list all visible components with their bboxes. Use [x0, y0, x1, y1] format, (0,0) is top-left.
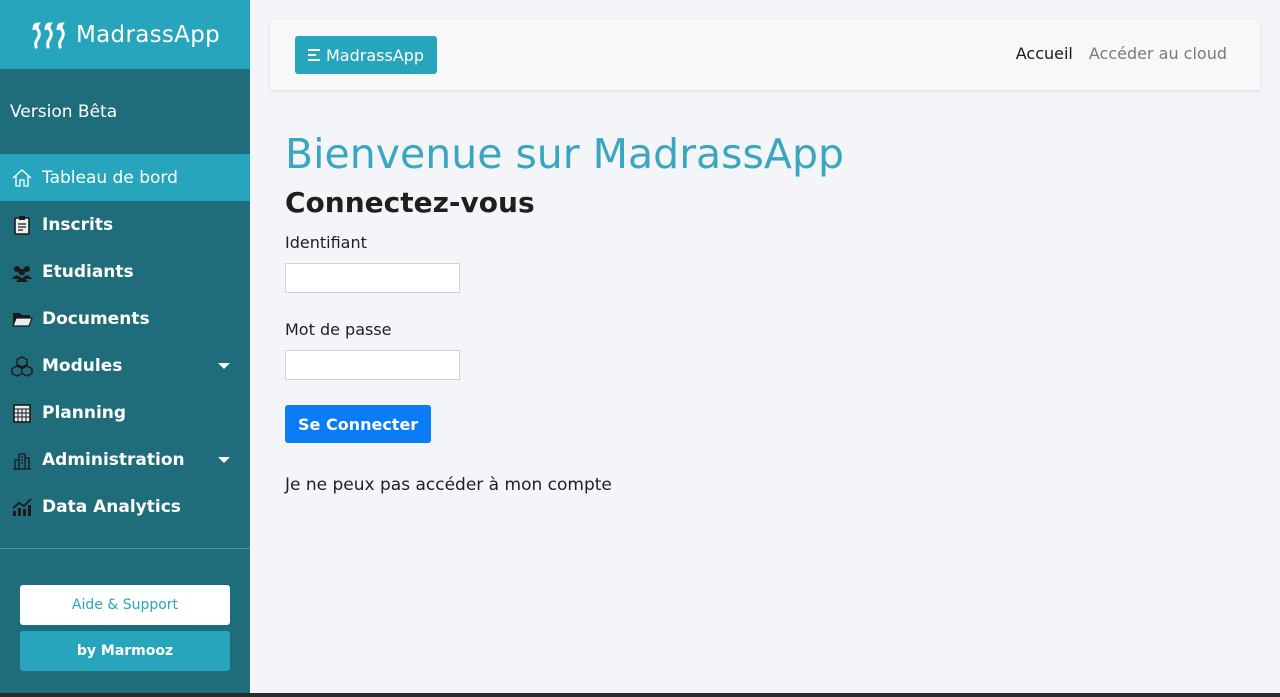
username-input[interactable]	[285, 263, 460, 293]
users-icon	[10, 260, 34, 284]
sidebar-item-planning[interactable]: Planning	[0, 389, 250, 436]
sidebar-item-label: Modules	[42, 355, 123, 376]
sidebar-item-label: Planning	[42, 402, 127, 423]
sidebar-item-label: Tableau de bord	[42, 167, 178, 188]
top-nav: Accueil Accéder au cloud	[1016, 44, 1227, 63]
calendar-icon	[10, 401, 34, 425]
clipboard-icon	[10, 213, 34, 237]
chevron-down-icon	[218, 456, 230, 463]
nav-link-cloud[interactable]: Accéder au cloud	[1089, 44, 1227, 63]
login-section: Bienvenue sur MadrassApp Connectez-vous …	[285, 128, 1185, 495]
sidebar-divider	[0, 548, 250, 549]
help-support-button[interactable]: Aide & Support	[20, 585, 230, 625]
page-title: Bienvenue sur MadrassApp	[285, 130, 845, 178]
by-marmooz-button[interactable]: by Marmooz	[20, 631, 230, 671]
topbar: MadrassApp Accueil Accéder au cloud	[270, 20, 1260, 90]
sidebar-item-documents[interactable]: Documents	[0, 295, 250, 342]
sidebar-item-label: Data Analytics	[42, 496, 181, 517]
sidebar-toggle-label: MadrassApp	[326, 45, 425, 65]
sidebar-item-data-analytics[interactable]: Data Analytics	[0, 483, 250, 530]
sidebar-item-label: Etudiants	[42, 261, 134, 282]
username-label: Identifiant	[285, 233, 367, 252]
version-label: Version Bêta	[10, 101, 118, 122]
sidebar-item-etudiants[interactable]: Etudiants	[0, 248, 250, 295]
login-heading: Connectez-vous	[285, 186, 535, 219]
folder-icon	[10, 307, 34, 331]
sidebar-item-label: Documents	[42, 308, 150, 329]
password-input[interactable]	[285, 350, 460, 380]
sidebar-item-label: Administration	[42, 449, 185, 470]
brand[interactable]: MadrassApp	[0, 0, 250, 69]
chevron-down-icon	[218, 362, 230, 369]
nav-link-accueil[interactable]: Accueil	[1016, 44, 1073, 63]
madrassapp-logo-icon	[32, 21, 65, 49]
forgot-account-link[interactable]: Je ne peux pas accéder à mon compte	[285, 475, 1185, 495]
sidebar-item-modules[interactable]: Modules	[0, 342, 250, 389]
sidebar-nav: Tableau de bord Inscrits Etudiants Docum…	[0, 154, 250, 530]
cubes-icon	[10, 354, 34, 378]
sidebar-toggle-button[interactable]: MadrassApp	[295, 36, 438, 74]
home-icon	[10, 166, 34, 190]
sidebar: MadrassApp Version Bêta Tableau de bord …	[0, 0, 250, 693]
login-button[interactable]: Se Connecter	[285, 405, 432, 443]
building-icon	[10, 448, 34, 472]
sidebar-item-administration[interactable]: Administration	[0, 436, 250, 483]
sidebar-item-inscrits[interactable]: Inscrits	[0, 201, 250, 248]
bottom-edge	[0, 693, 1280, 697]
password-label: Mot de passe	[285, 320, 392, 339]
chart-icon	[10, 495, 34, 519]
sidebar-item-tableau-de-bord[interactable]: Tableau de bord	[0, 154, 250, 201]
sidebar-item-label: Inscrits	[42, 214, 114, 235]
menu-icon	[308, 49, 320, 61]
brand-name: MadrassApp	[76, 21, 220, 48]
main-content: MadrassApp Accueil Accéder au cloud Bien…	[250, 0, 1280, 693]
